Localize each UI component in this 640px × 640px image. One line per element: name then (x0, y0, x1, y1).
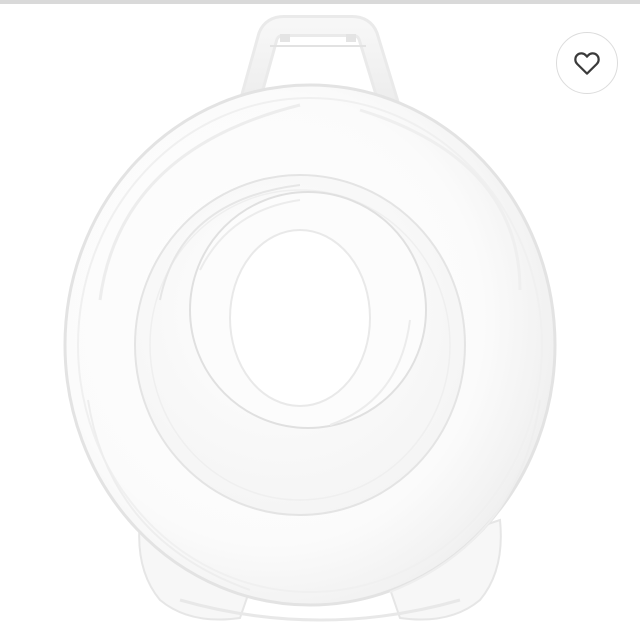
favorite-button[interactable] (556, 32, 618, 94)
product-image-viewer (0, 0, 640, 640)
case-center-recess (189, 191, 427, 429)
product-image[interactable] (0, 4, 640, 640)
heart-outline-icon (574, 52, 600, 75)
